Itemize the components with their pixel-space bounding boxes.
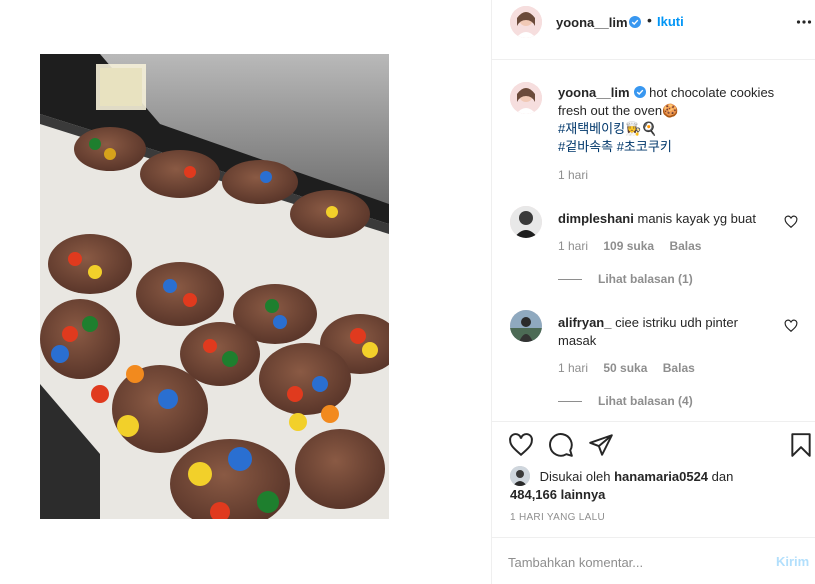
view-replies-label: Lihat balasan (1) xyxy=(598,272,693,286)
commenter-avatar[interactable] xyxy=(510,310,542,342)
like-heart-icon[interactable] xyxy=(508,432,534,458)
likes-count[interactable]: 484,166 lainnya xyxy=(510,487,605,502)
share-plane-icon[interactable] xyxy=(588,432,614,458)
comment-time[interactable]: 1 hari xyxy=(558,361,588,375)
separator-dot: • xyxy=(647,12,652,28)
liker-username[interactable]: hanamaria0524 xyxy=(614,469,708,484)
comment-likes[interactable]: 109 suka xyxy=(603,239,654,253)
header-divider xyxy=(492,59,815,60)
post-header: yoona__lim • Ikuti xyxy=(492,0,815,44)
caption-timestamp[interactable]: 1 hari xyxy=(558,168,588,182)
like-comment-heart-icon[interactable] xyxy=(784,319,798,333)
post-comment-button[interactable]: Kirim xyxy=(776,554,809,569)
likes-summary: Disukai oleh hanamaria0524 dan 484,166 l… xyxy=(510,466,810,504)
follow-button[interactable]: Ikuti xyxy=(657,14,684,29)
comment-bubble-icon[interactable] xyxy=(548,432,574,458)
post-image-pane xyxy=(0,0,491,584)
more-options-icon[interactable] xyxy=(796,14,812,30)
post-date[interactable]: 1 HARI YANG LALU xyxy=(510,512,605,523)
hashtag-link[interactable]: #재택베이킹 xyxy=(558,121,625,136)
hashtag-link[interactable]: #겉바속촉 xyxy=(558,139,613,154)
commenter-username[interactable]: dimpleshani xyxy=(558,211,634,226)
author-username[interactable]: yoona__lim xyxy=(556,15,628,30)
liker-avatar[interactable] xyxy=(510,466,530,486)
replies-line xyxy=(558,279,582,281)
verified-badge-icon xyxy=(633,86,646,98)
comment-input[interactable] xyxy=(508,552,758,572)
replies-line xyxy=(558,401,582,403)
comment-time[interactable]: 1 hari xyxy=(558,239,588,253)
comment-body: manis kayak yg buat xyxy=(637,211,756,226)
like-comment-heart-icon[interactable] xyxy=(784,215,798,229)
caption-username[interactable]: yoona__lim xyxy=(558,85,630,100)
likes-prefix: Disukai oleh xyxy=(539,469,611,484)
comment-form: Kirim xyxy=(492,537,815,584)
comment-meta: 1 hari 109 suka Balas xyxy=(558,239,713,253)
post-image[interactable] xyxy=(40,54,389,519)
view-replies-label: Lihat balasan (4) xyxy=(598,394,693,408)
author-avatar[interactable] xyxy=(510,6,542,38)
reply-button[interactable]: Balas xyxy=(669,239,701,253)
commenter-username[interactable]: alifryan_ xyxy=(558,315,611,330)
verified-badge-icon xyxy=(629,16,641,28)
post-actions xyxy=(492,420,815,470)
save-bookmark-icon[interactable] xyxy=(788,432,814,458)
post-details-pane: yoona__lim • Ikuti yoona__lim hot chocol… xyxy=(491,0,815,584)
likes-conjunction: dan xyxy=(711,469,734,484)
caption-text: yoona__lim hot chocolate cookies fresh o… xyxy=(558,84,798,156)
caption-avatar[interactable] xyxy=(510,82,542,114)
comment-text: dimpleshani manis kayak yg buat xyxy=(558,210,778,228)
cookies-photo xyxy=(40,54,389,519)
comment-meta: 1 hari 50 suka Balas xyxy=(558,361,707,375)
hashtag-link[interactable]: #초코쿠키 xyxy=(617,139,672,154)
view-replies-button[interactable]: Lihat balasan (1) xyxy=(558,272,693,286)
caption-emoji: 👩‍🍳🍳 xyxy=(625,121,658,136)
reply-button[interactable]: Balas xyxy=(663,361,695,375)
comment-text: alifryan_ ciee istriku udh pinter masak xyxy=(558,314,778,350)
comment-likes[interactable]: 50 suka xyxy=(603,361,647,375)
commenter-avatar[interactable] xyxy=(510,206,542,238)
view-replies-button[interactable]: Lihat balasan (4) xyxy=(558,394,693,408)
